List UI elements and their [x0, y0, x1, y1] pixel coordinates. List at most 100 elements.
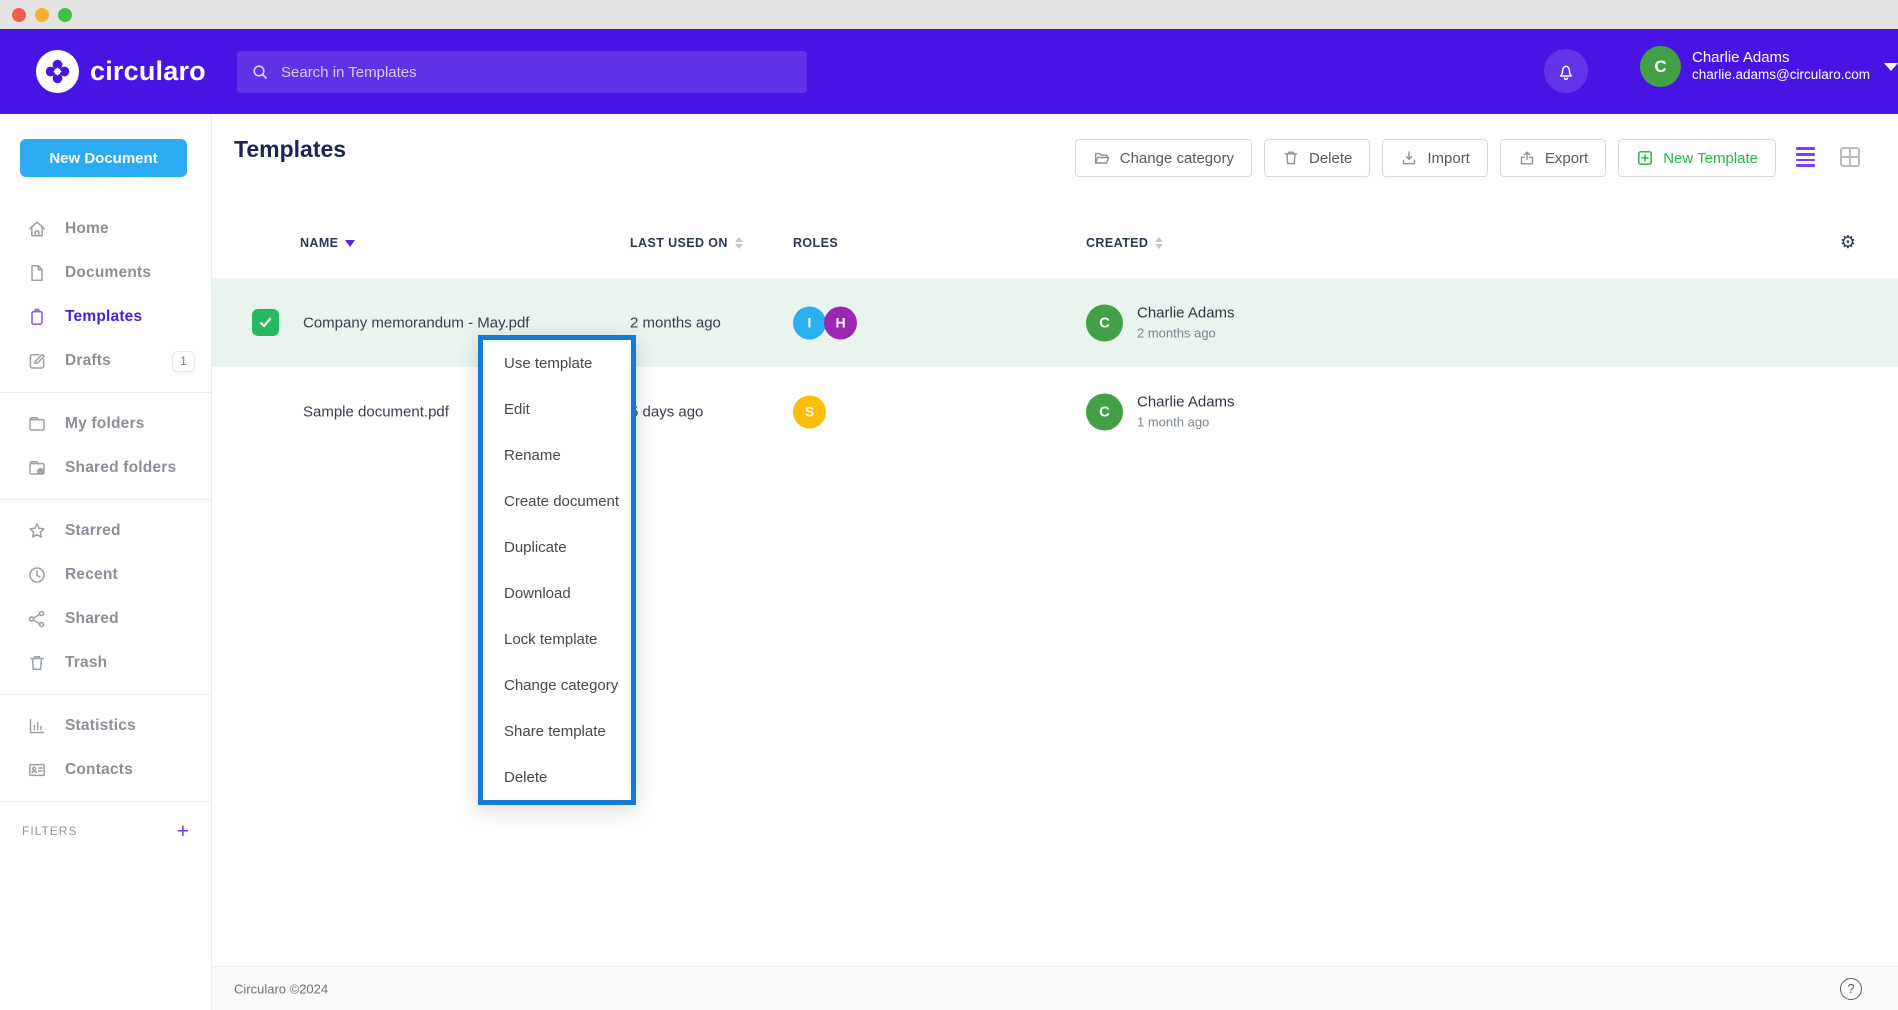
user-email: charlie.adams@circularo.com [1692, 67, 1870, 84]
sidebar-item-label: Shared folders [65, 459, 176, 477]
table-body: Company memorandum - May.pdf 2 months ag… [212, 278, 1898, 456]
home-icon [26, 218, 48, 240]
filters-label: FILTERS [22, 824, 77, 838]
add-filter-button[interactable]: + [177, 821, 189, 842]
button-label: Delete [1309, 150, 1352, 167]
last-used-value: 5 days ago [630, 403, 703, 420]
shared-folder-icon [26, 457, 48, 479]
sidebar-divider [0, 801, 211, 802]
grid-view-button[interactable] [1840, 147, 1860, 167]
trash-icon [1282, 149, 1300, 167]
sidebar-divider [0, 499, 211, 500]
document-icon [26, 262, 48, 284]
menu-item-create-document[interactable]: Create document [483, 478, 631, 524]
menu-item-change-category[interactable]: Change category [483, 662, 631, 708]
sidebar-item-label: Starred [65, 522, 121, 540]
circularo-logo-icon [36, 50, 79, 93]
export-button[interactable]: Export [1500, 139, 1606, 177]
search-icon [251, 63, 270, 82]
creator-name: Charlie Adams [1137, 393, 1235, 411]
window-zoom-button[interactable] [58, 8, 72, 22]
sidebar-item-drafts[interactable]: Drafts 1 [0, 339, 211, 383]
sidebar-item-trash[interactable]: Trash [0, 641, 211, 685]
menu-item-download[interactable]: Download [483, 570, 631, 616]
sidebar-item-documents[interactable]: Documents [0, 251, 211, 295]
last-used-value: 2 months ago [630, 314, 721, 331]
column-header-created[interactable]: CREATED [1086, 236, 1163, 250]
menu-item-rename[interactable]: Rename [483, 432, 631, 478]
delete-button[interactable]: Delete [1264, 139, 1370, 177]
clock-icon [26, 564, 48, 586]
menu-item-delete[interactable]: Delete [483, 754, 631, 800]
copyright-text: Circularo ©2024 [234, 981, 328, 996]
sidebar-item-templates[interactable]: Templates [0, 295, 211, 339]
window-minimize-button[interactable] [35, 8, 49, 22]
sidebar-item-statistics[interactable]: Statistics [0, 704, 211, 748]
user-menu[interactable]: C Charlie Adams charlie.adams@circularo.… [1640, 46, 1898, 87]
export-icon [1518, 149, 1536, 167]
sidebar-item-label: Home [65, 220, 109, 238]
brand-name: circularo [90, 56, 206, 87]
role-avatar[interactable]: S [793, 395, 826, 428]
role-avatar[interactable]: I [793, 306, 826, 339]
template-name[interactable]: Sample document.pdf [303, 403, 449, 420]
change-category-button[interactable]: Change category [1075, 139, 1252, 177]
help-button[interactable]: ? [1840, 978, 1862, 1000]
sidebar-item-my-folders[interactable]: My folders [0, 402, 211, 446]
folder-icon [26, 413, 48, 435]
column-header-last-used-on[interactable]: LAST USED ON [630, 236, 743, 250]
context-menu: Use template Edit Rename Create document… [478, 335, 636, 805]
new-document-button[interactable]: New Document [20, 139, 187, 177]
search-bar [237, 51, 807, 93]
new-template-button[interactable]: New Template [1618, 139, 1776, 177]
sidebar-item-home[interactable]: Home [0, 207, 211, 251]
sidebar-item-label: Recent [65, 566, 118, 584]
button-label: Change category [1120, 150, 1234, 167]
menu-item-use-template[interactable]: Use template [483, 340, 631, 386]
brand-logo[interactable]: circularo [36, 50, 206, 93]
list-view-button[interactable] [1796, 147, 1815, 166]
row-checkbox-checked[interactable] [252, 309, 279, 336]
roles-cell: S [793, 395, 827, 428]
column-settings-gear-icon[interactable]: ⚙ [1840, 232, 1856, 253]
window-close-button[interactable] [12, 8, 26, 22]
column-label: CREATED [1086, 236, 1148, 250]
window-titlebar [0, 0, 1898, 29]
table-row[interactable]: Company memorandum - May.pdf 2 months ag… [212, 278, 1898, 367]
page-title: Templates [234, 136, 346, 163]
creator-avatar: C [1086, 393, 1123, 430]
sidebar: New Document Home Documents [0, 114, 212, 1010]
template-name[interactable]: Company memorandum - May.pdf [303, 314, 529, 331]
button-label: Export [1545, 150, 1588, 167]
menu-item-share-template[interactable]: Share template [483, 708, 631, 754]
menu-item-lock-template[interactable]: Lock template [483, 616, 631, 662]
menu-item-duplicate[interactable]: Duplicate [483, 524, 631, 570]
filters-section: FILTERS + [0, 811, 211, 851]
sidebar-item-recent[interactable]: Recent [0, 553, 211, 597]
template-icon [26, 306, 48, 328]
created-cell: C Charlie Adams 1 month ago [1086, 393, 1235, 430]
table-row[interactable]: Sample document.pdf 5 days ago S C Charl… [212, 367, 1898, 456]
sidebar-item-shared-folders[interactable]: Shared folders [0, 446, 211, 490]
creator-name: Charlie Adams [1137, 304, 1235, 322]
import-button[interactable]: Import [1382, 139, 1488, 177]
sidebar-item-shared[interactable]: Shared [0, 597, 211, 641]
sidebar-item-contacts[interactable]: Contacts [0, 748, 211, 792]
sidebar-item-starred[interactable]: Starred [0, 509, 211, 553]
menu-item-edit[interactable]: Edit [483, 386, 631, 432]
search-input[interactable] [281, 64, 793, 81]
app-header: circularo C Charlie Adams charlie.adams@… [0, 29, 1898, 114]
notifications-button[interactable] [1544, 49, 1588, 93]
import-icon [1400, 149, 1418, 167]
edit-icon [26, 350, 48, 372]
sort-desc-icon [345, 240, 355, 247]
bell-icon [1556, 61, 1576, 82]
column-header-name[interactable]: NAME [300, 236, 355, 250]
toolbar: Change category Delete Import [1075, 139, 1776, 177]
column-label: LAST USED ON [630, 236, 728, 250]
chevron-down-icon [1884, 63, 1898, 71]
sidebar-item-label: Trash [65, 654, 107, 672]
sidebar-divider [0, 694, 211, 695]
folder-open-icon [1093, 149, 1111, 167]
role-avatar[interactable]: H [824, 306, 857, 339]
